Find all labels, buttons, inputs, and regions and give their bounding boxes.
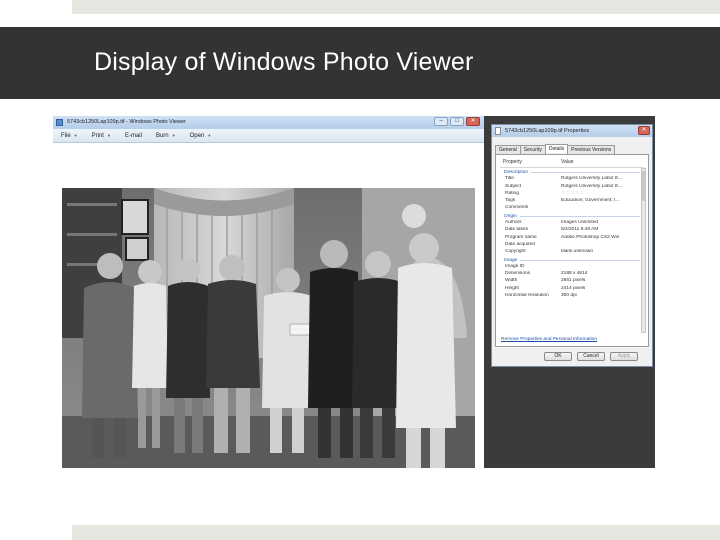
scrollbar-thumb[interactable] <box>642 171 645 201</box>
menu-burn[interactable]: Burn ▼ <box>156 133 176 139</box>
tab-previous-versions[interactable]: Previous Versions <box>567 145 616 154</box>
menu-email[interactable]: E-mail <box>125 133 142 139</box>
column-property[interactable]: Property <box>500 159 558 167</box>
top-decor-strip <box>72 0 720 14</box>
dialog-buttons: OK Cancel Apply <box>544 352 638 361</box>
rating-stars: ☆☆☆☆☆ <box>561 190 585 196</box>
list-item[interactable]: Comments <box>500 205 640 212</box>
photograph-image <box>62 188 475 468</box>
document-icon <box>495 127 501 135</box>
photograph <box>62 188 475 468</box>
section-description: Description <box>500 169 640 176</box>
chevron-down-icon: ▼ <box>106 132 111 138</box>
list-item[interactable]: Date acquired <box>500 242 640 249</box>
cancel-button[interactable]: Cancel <box>577 352 605 361</box>
details-list: Description Title Rutgers University Labo… <box>500 169 640 300</box>
list-item[interactable]: Date taken 6/2/2011 9:48 AM <box>500 227 640 234</box>
list-item[interactable]: Title Rutgers University Labor E... <box>500 176 640 183</box>
menu-open[interactable]: Open ▼ <box>190 133 212 139</box>
properties-title: 5743cb1250Lap109p.tif Properties <box>505 128 590 134</box>
embedded-screenshot: 5743cb1250Lap109p.tif - Windows Photo Vi… <box>53 116 655 468</box>
menu-file[interactable]: File ▼ <box>61 133 78 139</box>
menu-print[interactable]: Print ▼ <box>92 133 111 139</box>
section-image: Image <box>500 257 640 264</box>
chevron-down-icon: ▼ <box>73 132 78 138</box>
column-value[interactable]: Value <box>558 159 573 167</box>
list-item[interactable]: Height 2414 pixels <box>500 286 640 293</box>
viewer-image-area <box>53 144 484 468</box>
list-item[interactable]: Horizontal resolution 300 dpi <box>500 293 640 300</box>
list-item[interactable]: Subject Rutgers University Labor E... <box>500 184 640 191</box>
minimize-button[interactable]: – <box>434 117 448 126</box>
properties-tabs: General Security Details Previous Versio… <box>495 144 616 154</box>
list-item[interactable]: Copyright blank unknown <box>500 249 640 256</box>
list-item[interactable]: Program name Adobe Photoshop CS2 Win <box>500 235 640 242</box>
viewer-menu-bar: File ▼ Print ▼ E-mail Burn ▼ Open ▼ <box>53 129 484 143</box>
list-item[interactable]: Image ID <box>500 264 640 271</box>
bottom-decor-strip <box>72 525 720 540</box>
photo-viewer-window: 5743cb1250Lap109p.tif - Windows Photo Vi… <box>53 116 484 468</box>
photo-viewer-app-icon <box>56 119 63 126</box>
viewer-window-title: 5743cb1250Lap109p.tif - Windows Photo Vi… <box>67 119 186 125</box>
tab-details[interactable]: Details <box>544 144 569 153</box>
details-scrollbar[interactable] <box>641 168 646 333</box>
list-item[interactable]: Rating ☆☆☆☆☆ <box>500 191 640 198</box>
chevron-down-icon: ▼ <box>171 132 176 138</box>
slide-title: Display of Windows Photo Viewer <box>94 48 474 76</box>
chevron-down-icon: ▼ <box>207 132 212 138</box>
apply-button[interactable]: Apply <box>610 352 638 361</box>
properties-title-bar[interactable]: 5743cb1250Lap109p.tif Properties ✕ <box>492 125 652 137</box>
list-item[interactable]: Width 2881 pixels <box>500 278 640 285</box>
list-item[interactable]: Tags Education; Government; I... <box>500 198 640 205</box>
viewer-title-bar[interactable]: 5743cb1250Lap109p.tif - Windows Photo Vi… <box>53 116 484 129</box>
properties-dialog: 5743cb1250Lap109p.tif Properties ✕ Gener… <box>491 124 653 367</box>
tab-general[interactable]: General <box>495 145 521 154</box>
window-controls: – □ ✕ <box>434 117 480 126</box>
tab-security[interactable]: Security <box>519 145 546 154</box>
close-button[interactable]: ✕ <box>466 117 480 126</box>
ok-button[interactable]: OK <box>544 352 572 361</box>
list-item[interactable]: Authors Images Unlimited <box>500 220 640 227</box>
dialog-close-button[interactable]: ✕ <box>638 126 650 135</box>
remove-properties-link[interactable]: Remove Properties and Personal Informati… <box>501 337 597 342</box>
details-column-header: Property Value <box>500 159 644 168</box>
list-item[interactable]: Dimensions 2188 x 4614 <box>500 271 640 278</box>
details-panel: Property Value Description Title Rutgers … <box>495 154 649 347</box>
section-origin: Origin <box>500 213 640 220</box>
maximize-button[interactable]: □ <box>450 117 464 126</box>
